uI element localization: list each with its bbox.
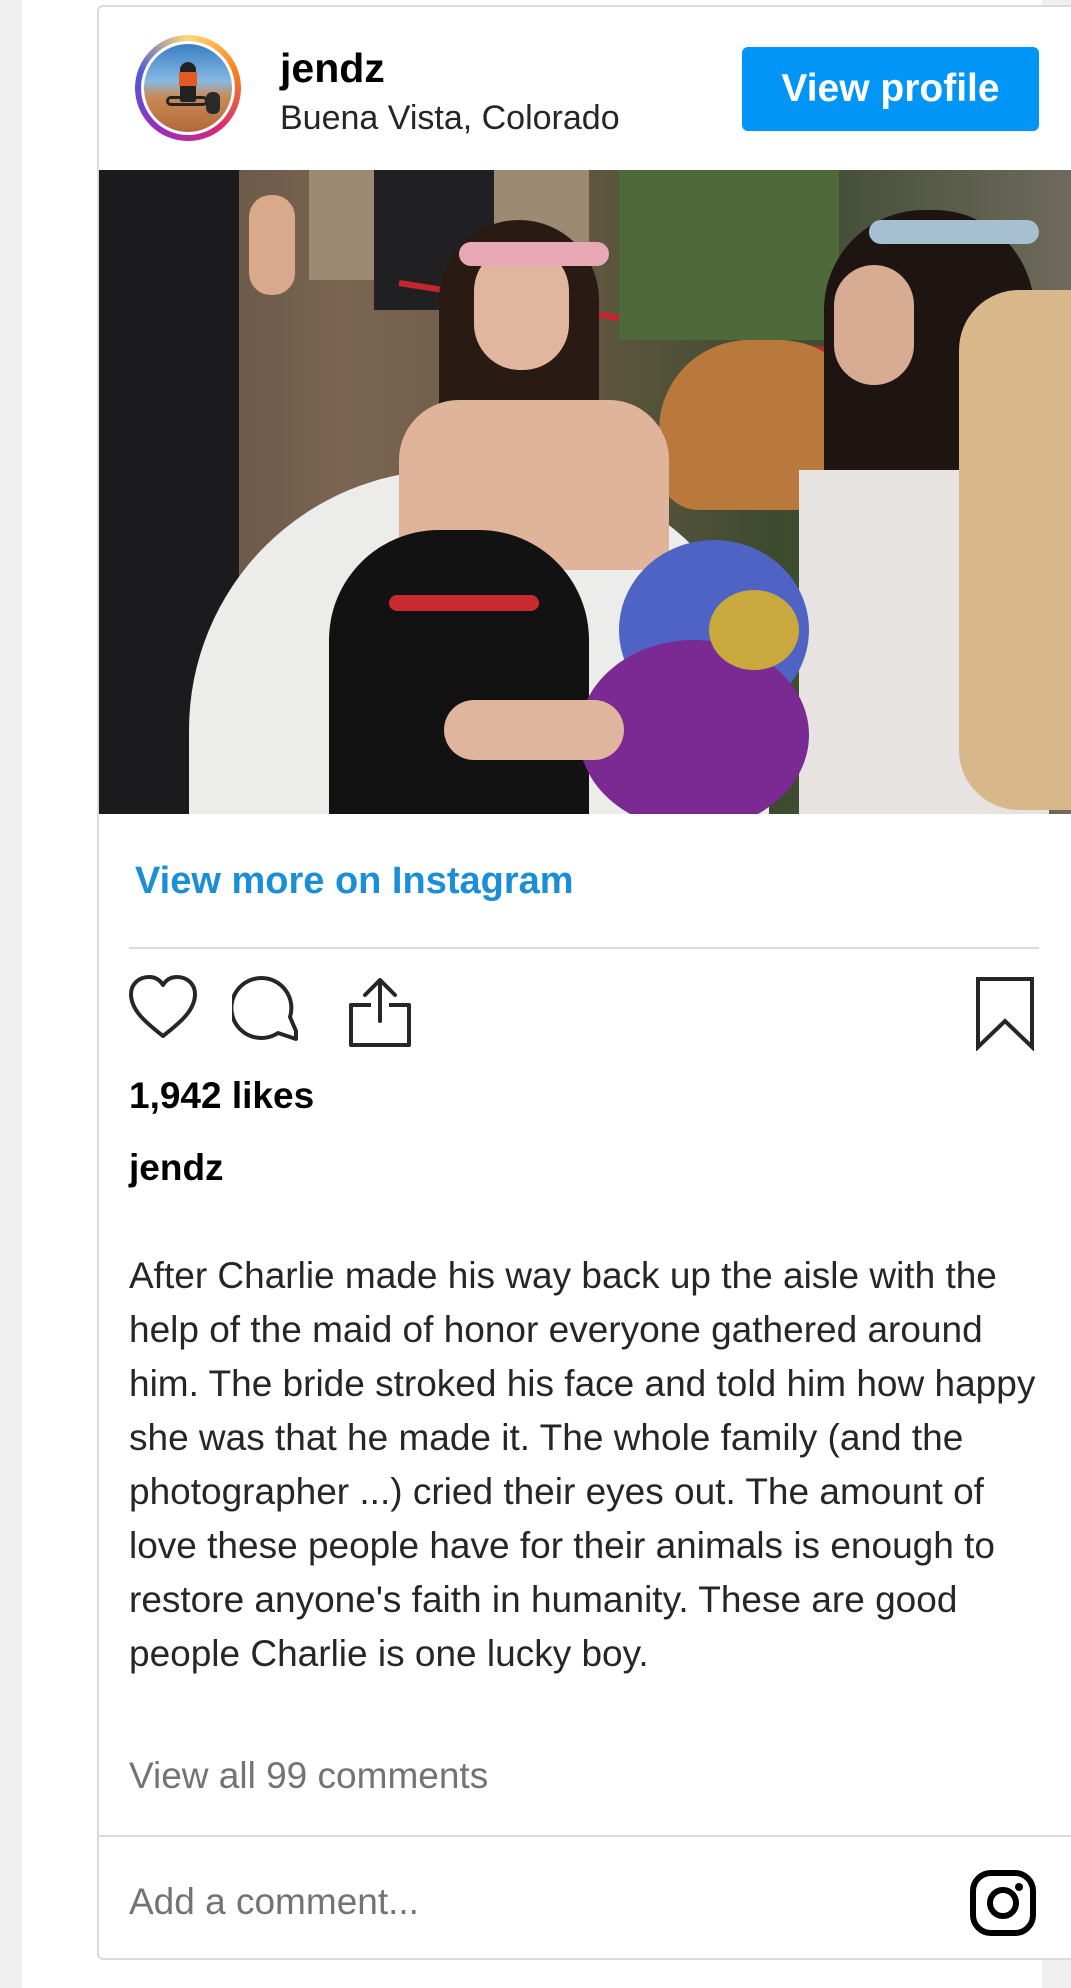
view-all-comments-link[interactable]: View all 99 comments xyxy=(129,1755,488,1797)
photo-petting-hand xyxy=(444,700,624,760)
photo-flower-crown xyxy=(459,242,609,266)
instagram-embed-card: jendz Buena Vista, Colorado View profile… xyxy=(97,5,1071,1960)
divider xyxy=(129,947,1039,949)
photo-hand xyxy=(249,195,295,295)
avatar-dog-shape xyxy=(206,92,220,114)
photo-window xyxy=(619,170,839,340)
share-icon[interactable] xyxy=(345,975,415,1049)
post-photo[interactable] xyxy=(99,170,1071,814)
bookmark-icon[interactable] xyxy=(974,975,1036,1051)
photo-dog-collar xyxy=(389,595,539,611)
instagram-icon[interactable] xyxy=(969,1869,1037,1937)
photo-woman-crown xyxy=(869,220,1039,244)
post-header: jendz Buena Vista, Colorado View profile xyxy=(99,7,1071,170)
photo-woman-face xyxy=(834,265,914,385)
view-profile-button[interactable]: View profile xyxy=(742,47,1039,131)
username[interactable]: jendz xyxy=(280,45,385,92)
caption-username[interactable]: jendz xyxy=(129,1147,224,1189)
caption-text: After Charlie made his way back up the a… xyxy=(129,1255,1036,1674)
divider xyxy=(99,1835,1071,1837)
like-count[interactable]: 1,942 likes xyxy=(129,1075,314,1117)
comment-icon[interactable] xyxy=(232,973,304,1045)
avatar-bike-shape xyxy=(166,96,208,106)
page-gutter-left xyxy=(0,0,22,1988)
photo-black-dog xyxy=(329,530,589,814)
add-comment-input[interactable]: Add a comment... xyxy=(129,1881,419,1923)
heart-icon[interactable] xyxy=(127,974,199,1040)
avatar[interactable] xyxy=(135,35,241,141)
view-more-link[interactable]: View more on Instagram xyxy=(135,860,574,903)
location[interactable]: Buena Vista, Colorado xyxy=(280,99,620,138)
avatar-image xyxy=(141,41,235,135)
photo-bouquet-yellow xyxy=(709,590,799,670)
photo-blonde-hair xyxy=(959,290,1071,810)
